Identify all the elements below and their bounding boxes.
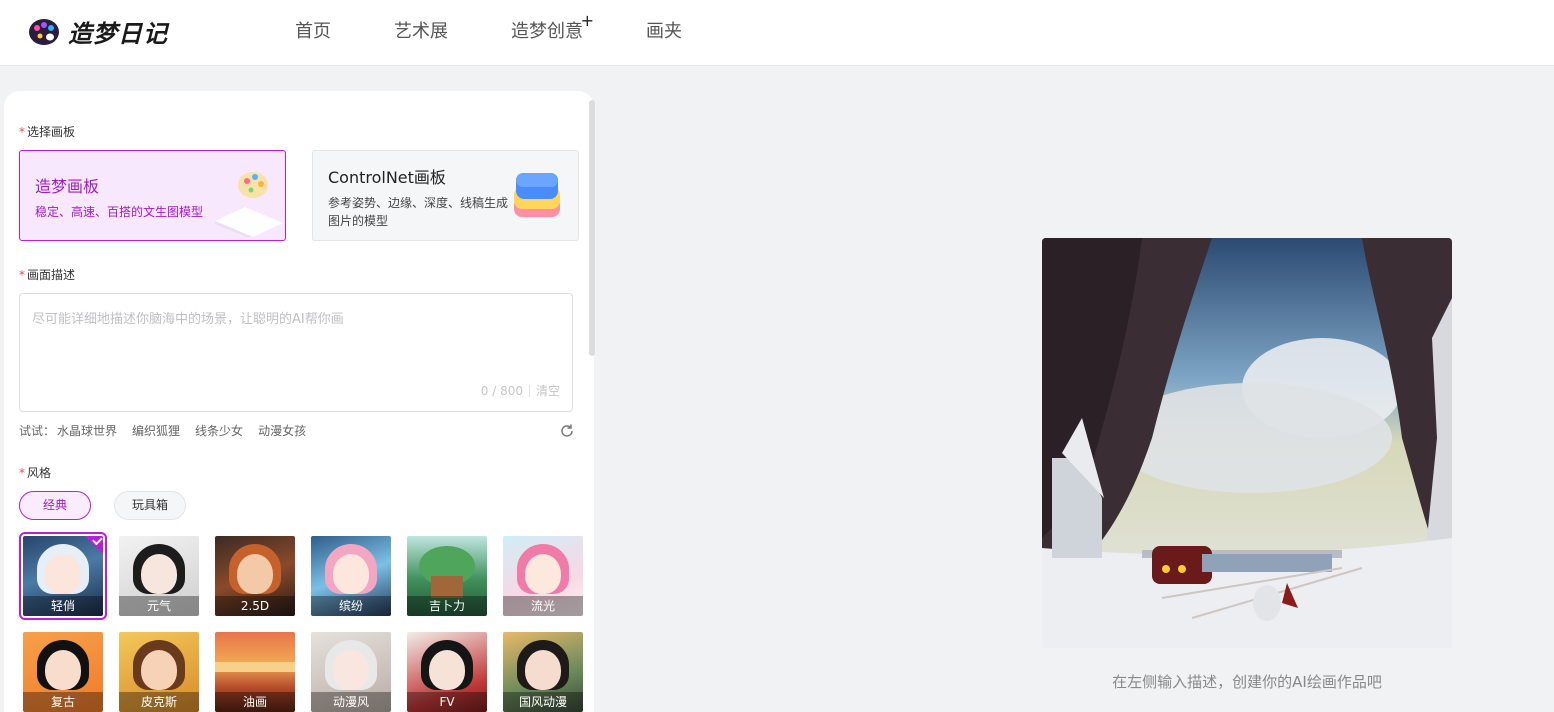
style-section-label: * 风格 [19,466,52,480]
style-thumb[interactable]: 吉卜力 [407,536,487,616]
style-label: 缤纷 [311,596,391,616]
style-label: 吉卜力 [407,596,487,616]
board-title: ControlNet画板 [328,168,446,187]
main-nav: 首页 艺术展 造梦创意 + 画夹 [295,11,745,43]
prompt-box: 0 / 800 清空 [19,293,573,412]
style-thumb[interactable]: 2.5D [215,536,295,616]
style-label: 2.5D [215,596,295,616]
try-item[interactable]: 线条少女 [195,422,243,439]
palette-canvas-icon [215,172,283,237]
nav-folder[interactable]: 画夹 [646,17,682,43]
style-thumb[interactable]: 油画 [215,632,295,712]
board-zaomeng[interactable]: 造梦画板 稳定、高速、百搭的文生图模型 [19,150,286,241]
style-label: 轻俏 [23,596,103,616]
nav-home[interactable]: 首页 [295,17,331,43]
style-label: 油画 [215,692,295,712]
style-thumb[interactable]: FV [407,632,487,712]
board-title: 造梦画板 [35,177,100,196]
style-thumb[interactable]: 皮克斯 [119,632,199,712]
style-thumb[interactable]: 轻俏 [19,532,107,620]
logo-palette-icon [29,18,59,45]
canvas-section-label: * 选择画板 [19,125,76,139]
board-desc: 参考姿势、边缘、深度、线稿生成图片的模型 [328,196,509,228]
prompt-counter: 0 / 800 清空 [480,382,560,399]
nav-creative[interactable]: 造梦创意 + [511,11,594,43]
clear-button[interactable]: 清空 [536,382,560,399]
style-label: FV [407,692,487,712]
prompt-section-label: * 画面描述 [19,268,76,282]
style-thumb[interactable]: 复古 [23,632,103,712]
logo[interactable]: 造梦日记 [28,14,168,49]
check-icon [83,536,103,556]
style-label: 国风动漫 [503,692,583,712]
try-item[interactable]: 水晶球世界 [57,422,117,439]
style-label: 皮克斯 [119,692,199,712]
nav-art-exhibition[interactable]: 艺术展 [394,17,448,43]
try-label: 试试： [19,424,56,438]
try-item[interactable]: 动漫女孩 [258,422,306,439]
style-tab-toybox[interactable]: 玩具箱 [114,491,186,520]
preview-painting [1042,238,1452,648]
style-thumb[interactable]: 国风动漫 [503,632,583,712]
prompt-input[interactable] [20,294,572,374]
try-item[interactable]: 编织狐狸 [132,422,180,439]
panel-scrollbar[interactable] [589,100,595,356]
style-thumb[interactable]: 元气 [119,536,199,616]
layers-icon [514,173,560,217]
top-navbar: 造梦日记 首页 艺术展 造梦创意 + 画夹 [0,0,1554,66]
board-controlnet[interactable]: ControlNet画板 参考姿势、边缘、深度、线稿生成图片的模型 [312,150,579,241]
style-label: 流光 [503,596,583,616]
style-label: 动漫风 [311,692,391,712]
style-thumb[interactable]: 流光 [503,536,583,616]
style-tab-classic[interactable]: 经典 [19,491,91,520]
logo-text: 造梦日记 [68,20,168,48]
style-thumb[interactable]: 缤纷 [311,536,391,616]
divider [528,384,530,397]
plus-badge: + [580,11,594,30]
preview-image [1042,238,1452,648]
refresh-icon[interactable] [559,423,575,439]
try-suggestions: 试试： 水晶球世界 编织狐狸 线条少女 动漫女孩 [19,422,321,439]
preview-hint: 在左侧输入描述，创建你的AI绘画作品吧 [1112,673,1382,691]
style-thumb[interactable]: 动漫风 [311,632,391,712]
style-label: 元气 [119,596,199,616]
style-label: 复古 [23,692,103,712]
